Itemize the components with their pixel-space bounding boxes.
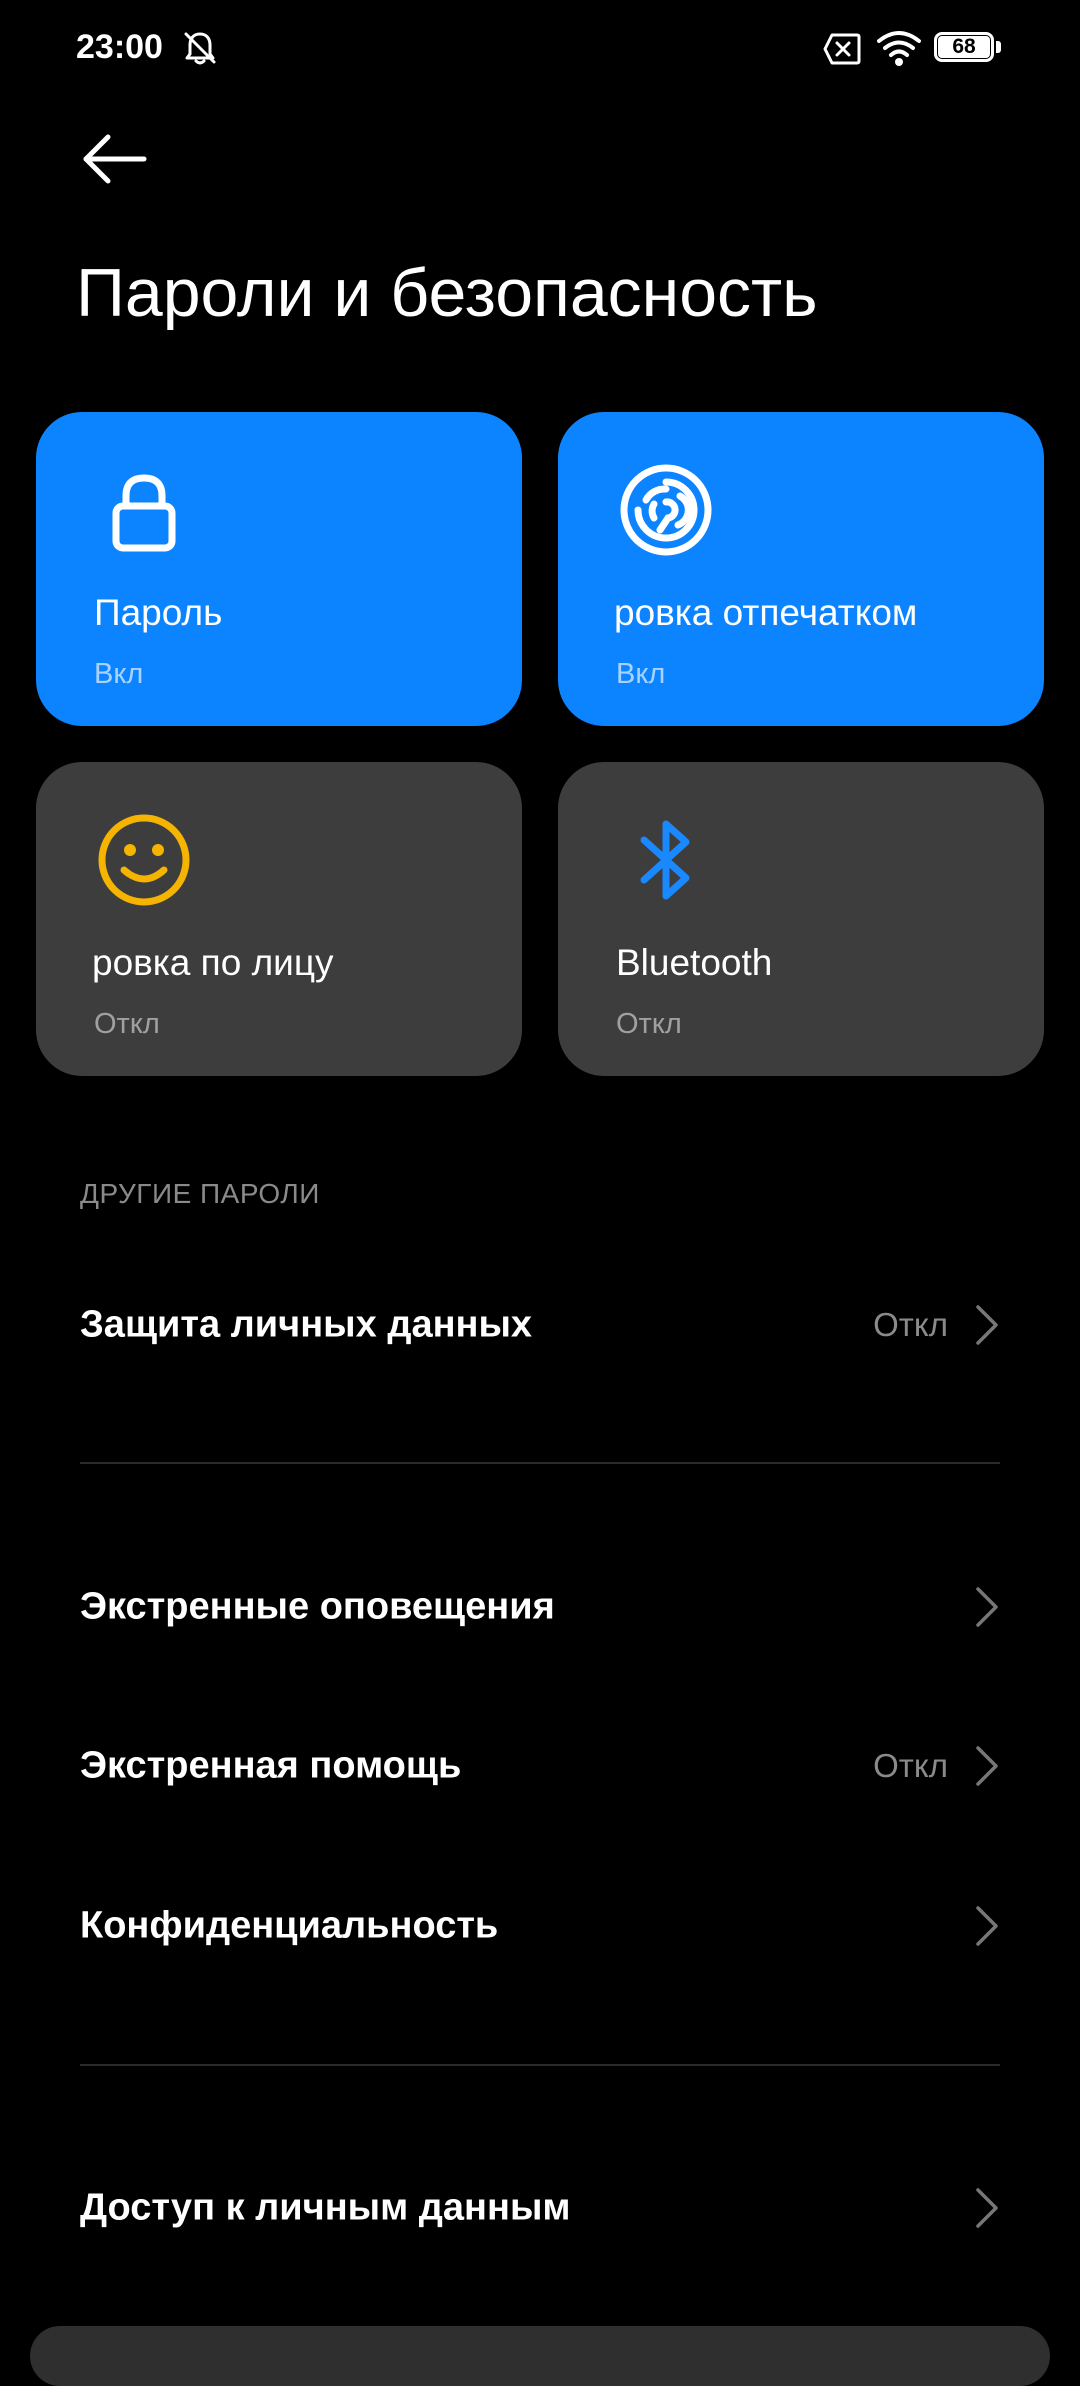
- divider: [80, 1462, 1000, 1464]
- tile-password[interactable]: Пароль Вкл: [36, 412, 522, 726]
- status-bar: 23:00 68: [0, 0, 1080, 100]
- list-item-emergency-sos[interactable]: Экстренная помощь Откл: [80, 1711, 1000, 1821]
- tile-status: Вкл: [616, 658, 666, 690]
- chevron-right-icon: [976, 1906, 998, 1946]
- tile-status: Вкл: [94, 658, 144, 690]
- list-item-label: Защита личных данных: [80, 1303, 533, 1346]
- list-item-label: Экстренная помощь: [80, 1744, 462, 1787]
- bluetooth-icon: [640, 820, 690, 900]
- arrow-left-icon: [83, 134, 147, 184]
- tile-title: ровка по лицу: [92, 942, 334, 983]
- fingerprint-icon: [620, 464, 712, 556]
- status-time: 23:00: [76, 28, 163, 66]
- chevron-right-icon: [976, 2188, 998, 2228]
- list-item-label: Доступ к личным данным: [80, 2186, 571, 2229]
- wifi-icon: [877, 31, 921, 66]
- lock-icon: [112, 474, 176, 552]
- back-button[interactable]: [72, 124, 162, 194]
- list-item-emergency-alerts[interactable]: Экстренные оповещения: [80, 1552, 1000, 1662]
- section-header: ДРУГИЕ ПАРОЛИ: [80, 1178, 320, 1209]
- list-item-label: Экстренные оповещения: [80, 1585, 555, 1628]
- tile-fingerprint[interactable]: ровка отпечатком Вкл: [558, 412, 1044, 726]
- list-item-value: Откл: [873, 1306, 948, 1343]
- list-item-privacy[interactable]: Конфиденциальность: [80, 1871, 1000, 1981]
- page-title: Пароли и безопасность: [76, 255, 818, 331]
- list-item-personal-data-protection[interactable]: Защита личных данных Откл: [80, 1270, 1000, 1380]
- tile-face-unlock[interactable]: ровка по лицу Откл: [36, 762, 522, 1076]
- list-item-value: Откл: [873, 1747, 948, 1784]
- sim-no-signal-icon: [823, 33, 861, 65]
- tile-title: Bluetooth: [616, 942, 773, 983]
- list-item-personal-data-access[interactable]: Доступ к личным данным: [80, 2153, 1000, 2263]
- bottom-card[interactable]: [30, 2326, 1050, 2386]
- chevron-right-icon: [976, 1587, 998, 1627]
- tile-title: ровка отпечатком: [614, 592, 918, 633]
- battery-level: 68: [952, 35, 976, 58]
- face-smile-icon: [98, 814, 190, 906]
- tile-status: Откл: [616, 1008, 682, 1040]
- tile-bluetooth[interactable]: Bluetooth Откл: [558, 762, 1044, 1076]
- battery-indicator: 68: [934, 32, 1004, 66]
- tile-title: Пароль: [94, 592, 223, 633]
- bell-muted-icon: [184, 32, 216, 65]
- chevron-right-icon: [976, 1746, 998, 1786]
- list-item-label: Конфиденциальность: [80, 1904, 499, 1947]
- tile-status: Откл: [94, 1008, 160, 1040]
- divider: [80, 2064, 1000, 2066]
- chevron-right-icon: [976, 1305, 998, 1345]
